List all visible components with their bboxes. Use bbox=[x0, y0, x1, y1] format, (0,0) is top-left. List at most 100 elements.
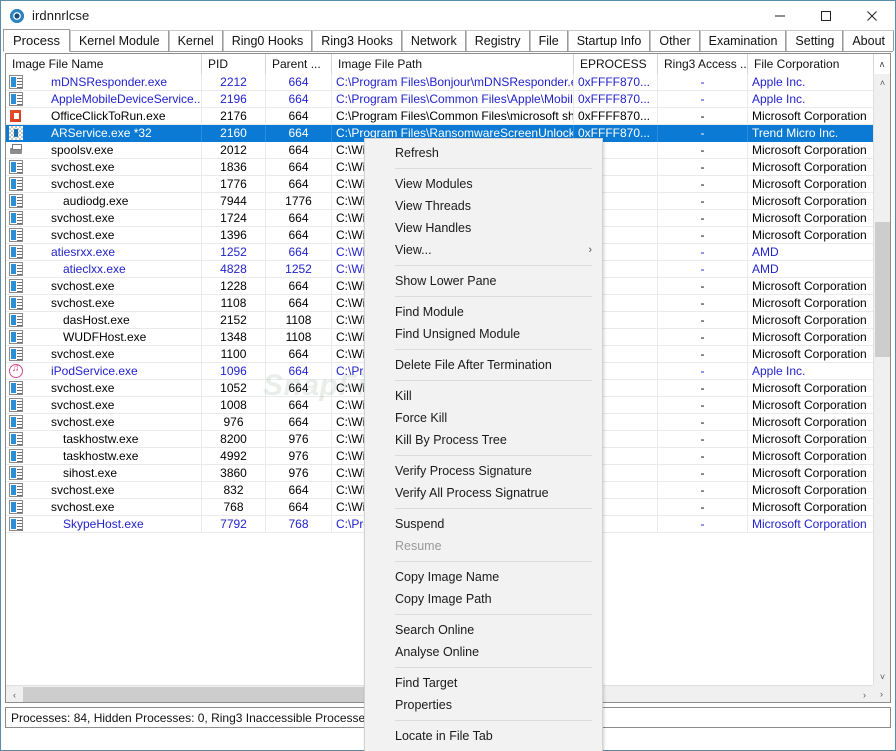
menu-item-copy-image-name[interactable]: Copy Image Name bbox=[365, 566, 602, 588]
cell-image-file-name[interactable]: svchost.exe bbox=[6, 277, 202, 295]
cell-image-file-name[interactable]: svchost.exe bbox=[6, 345, 202, 363]
close-icon[interactable] bbox=[849, 1, 895, 30]
cell-image-file-name[interactable]: taskhostw.exe bbox=[6, 430, 202, 448]
cell-image-file-name[interactable]: svchost.exe bbox=[6, 158, 202, 176]
cell-image-file-name[interactable]: mDNSResponder.exe bbox=[6, 74, 202, 91]
cell-image-file-name[interactable]: svchost.exe bbox=[6, 481, 202, 499]
cell-image-file-name[interactable]: svchost.exe bbox=[6, 413, 202, 431]
menu-item-search-online[interactable]: Search Online bbox=[365, 619, 602, 641]
tab-ring0-hooks[interactable]: Ring0 Hooks bbox=[222, 30, 313, 51]
menu-item-view-handles[interactable]: View Handles bbox=[365, 217, 602, 239]
tab-process[interactable]: Process bbox=[3, 29, 70, 52]
cell-image-file-name[interactable]: svchost.exe bbox=[6, 379, 202, 397]
column-header-ppid[interactable]: Parent ... bbox=[266, 54, 332, 74]
menu-item-copy-image-path[interactable]: Copy Image Path bbox=[365, 588, 602, 610]
menu-item-label: Kill bbox=[395, 389, 412, 403]
cell-image-file-name[interactable]: dasHost.exe bbox=[6, 311, 202, 329]
sort-indicator-icon[interactable]: ʌ bbox=[873, 54, 890, 74]
maximize-icon[interactable] bbox=[803, 1, 849, 30]
tab-network[interactable]: Network bbox=[401, 30, 466, 51]
cell-image-file-name[interactable]: svchost.exe bbox=[6, 294, 202, 312]
app-window-icon bbox=[9, 279, 23, 293]
menu-item-show-lower-pane[interactable]: Show Lower Pane bbox=[365, 270, 602, 292]
scroll-up-icon[interactable]: ˄ bbox=[874, 74, 890, 91]
app-target-icon bbox=[9, 7, 25, 24]
column-header-corp[interactable]: File Corporation bbox=[748, 54, 890, 74]
menu-item-properties[interactable]: Properties bbox=[365, 694, 602, 716]
horizontal-scroll-thumb[interactable] bbox=[23, 687, 383, 702]
tab-examination[interactable]: Examination bbox=[699, 30, 787, 51]
cell-image-file-name[interactable]: OfficeClickToRun.exe bbox=[6, 107, 202, 125]
menu-item-find-target[interactable]: Find Target bbox=[365, 672, 602, 694]
column-header-pid[interactable]: PID bbox=[202, 54, 266, 74]
minimize-icon[interactable] bbox=[757, 1, 803, 30]
column-header-path[interactable]: Image File Path bbox=[332, 54, 574, 74]
table-row[interactable]: mDNSResponder.exe 2212 664 C:\Program Files… bbox=[6, 74, 873, 91]
cell-image-file-name[interactable]: svchost.exe bbox=[6, 175, 202, 193]
menu-item-view-threads[interactable]: View Threads bbox=[365, 195, 602, 217]
process-name: svchost.exe bbox=[51, 500, 115, 514]
menu-item-verify-process-signature[interactable]: Verify Process Signature bbox=[365, 460, 602, 482]
menu-item-delete-file-after-termination[interactable]: Delete File After Termination bbox=[365, 354, 602, 376]
cell-parent-pid-value: 664 bbox=[288, 211, 309, 225]
vertical-scrollbar[interactable]: ˄ ˅ bbox=[873, 74, 890, 685]
menu-item-view-modules[interactable]: View Modules bbox=[365, 173, 602, 195]
cell-image-file-name[interactable]: spoolsv.exe bbox=[6, 141, 202, 159]
scrollbar-corner[interactable]: › bbox=[873, 685, 890, 702]
cell-parent-pid-value: 1252 bbox=[285, 262, 312, 276]
column-header-ring3[interactable]: Ring3 Access ... bbox=[658, 54, 748, 74]
process-name: atiesrxx.exe bbox=[51, 245, 116, 259]
table-row[interactable]: AppleMobileDeviceService.... 2196 664 C:\Pr… bbox=[6, 90, 873, 108]
cell-file-corporation-value: Microsoft Corporation bbox=[752, 415, 867, 429]
table-row[interactable]: OfficeClickToRun.exe 2176 664 C:\Program Fi… bbox=[6, 107, 873, 125]
cell-image-file-name[interactable]: audiodg.exe bbox=[6, 192, 202, 210]
cell-image-file-name[interactable]: svchost.exe bbox=[6, 498, 202, 516]
cell-image-file-name[interactable]: svchost.exe bbox=[6, 209, 202, 227]
cell-image-file-name[interactable]: taskhostw.exe bbox=[6, 447, 202, 465]
unknown-shield-icon bbox=[9, 126, 23, 140]
cell-image-file-name[interactable]: atiesrxx.exe bbox=[6, 243, 202, 261]
column-header-name[interactable]: Image File Name bbox=[6, 54, 202, 74]
cell-ring3-access: - bbox=[658, 243, 748, 261]
cell-file-corporation: Microsoft Corporation bbox=[748, 414, 873, 431]
cell-image-file-name[interactable]: sihost.exe bbox=[6, 464, 202, 482]
menu-item-kill-by-process-tree[interactable]: Kill By Process Tree bbox=[365, 429, 602, 451]
tab-file[interactable]: File bbox=[529, 30, 568, 51]
cell-image-file-name[interactable]: atieclxx.exe bbox=[6, 260, 202, 278]
scroll-right-icon[interactable]: › bbox=[856, 686, 873, 702]
cell-image-file-name[interactable]: ARService.exe *32 bbox=[6, 124, 202, 142]
cell-image-file-name[interactable]: svchost.exe bbox=[6, 396, 202, 414]
cell-image-file-name[interactable]: iPodService.exe bbox=[6, 362, 202, 380]
menu-item-find-unsigned-module[interactable]: Find Unsigned Module bbox=[365, 323, 602, 345]
cell-parent-pid-value: 664 bbox=[288, 398, 309, 412]
cell-eprocess-value: 0xFFFF870... bbox=[578, 109, 651, 123]
tab-kernel-module[interactable]: Kernel Module bbox=[69, 30, 169, 51]
menu-item-find-module[interactable]: Find Module bbox=[365, 301, 602, 323]
menu-item-suspend[interactable]: Suspend bbox=[365, 513, 602, 535]
cell-file-corporation-value: Microsoft Corporation bbox=[752, 228, 867, 242]
menu-item-refresh[interactable]: Refresh bbox=[365, 142, 602, 164]
vertical-scroll-thumb[interactable] bbox=[875, 222, 890, 357]
cell-image-file-name[interactable]: AppleMobileDeviceService.... bbox=[6, 90, 202, 108]
tab-kernel[interactable]: Kernel bbox=[168, 30, 223, 51]
tab-setting[interactable]: Setting bbox=[786, 30, 844, 51]
tab-startup-info[interactable]: Startup Info bbox=[567, 30, 651, 51]
tab-ring3-hooks[interactable]: Ring3 Hooks bbox=[312, 30, 402, 51]
tab-about[interactable]: About bbox=[843, 30, 894, 51]
menu-item-kill[interactable]: Kill bbox=[365, 385, 602, 407]
cell-image-file-name[interactable]: svchost.exe bbox=[6, 226, 202, 244]
cell-parent-pid: 664 bbox=[266, 362, 332, 380]
menu-item-analyse-online[interactable]: Analyse Online bbox=[365, 641, 602, 663]
scroll-left-icon[interactable]: ‹ bbox=[6, 686, 23, 702]
scroll-down-icon[interactable]: ˅ bbox=[874, 668, 890, 685]
process-name: svchost.exe bbox=[51, 296, 115, 310]
menu-item-verify-all-process-signatrue[interactable]: Verify All Process Signatrue bbox=[365, 482, 602, 504]
tab-other[interactable]: Other bbox=[650, 30, 700, 51]
menu-item-force-kill[interactable]: Force Kill bbox=[365, 407, 602, 429]
column-header-epro[interactable]: EPROCESS bbox=[574, 54, 658, 74]
menu-item-locate-in-file-tab[interactable]: Locate in File Tab bbox=[365, 725, 602, 747]
tab-registry[interactable]: Registry bbox=[465, 30, 530, 51]
cell-image-file-name[interactable]: WUDFHost.exe bbox=[6, 328, 202, 346]
menu-item-view[interactable]: View... › bbox=[365, 239, 602, 261]
cell-image-file-name[interactable]: SkypeHost.exe bbox=[6, 515, 202, 533]
